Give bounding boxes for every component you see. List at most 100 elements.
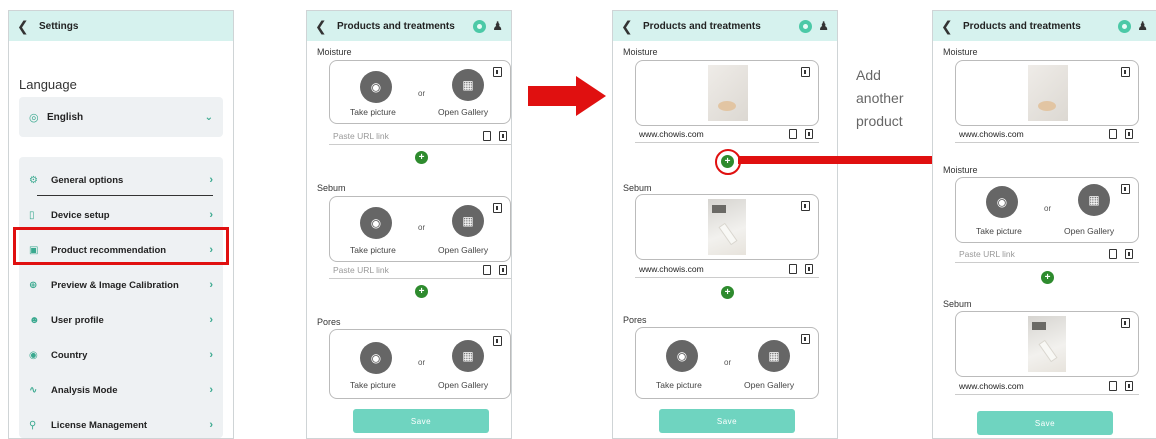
user-icon: ☻ (29, 314, 40, 326)
paste-icon[interactable] (483, 264, 491, 275)
open-gallery-label[interactable]: Open Gallery (438, 107, 488, 117)
trash-icon[interactable] (805, 128, 813, 139)
menu-item-label: Country (51, 349, 88, 361)
trash-icon[interactable] (1125, 248, 1133, 259)
save-button[interactable]: Save (353, 409, 489, 433)
trash-icon[interactable] (499, 264, 507, 275)
open-gallery-label[interactable]: Open Gallery (744, 380, 794, 390)
product-shape (712, 205, 726, 213)
products-header: ❮ Products and treatments ♟ (307, 11, 511, 41)
section-label-sebum: Sebum (943, 299, 972, 309)
trash-icon[interactable] (493, 203, 502, 213)
user-switch-icon[interactable]: ♟ (818, 19, 829, 33)
back-arrow-icon[interactable]: ❮ (621, 18, 637, 35)
language-heading: Language (19, 77, 77, 92)
paste-icon[interactable] (1109, 380, 1117, 391)
take-picture-label[interactable]: Take picture (350, 380, 396, 390)
section-label-moisture: Moisture (623, 47, 658, 57)
menu-item-label: Analysis Mode (51, 384, 118, 396)
url-input[interactable]: Paste URL link (955, 245, 1139, 263)
back-arrow-icon[interactable]: ❮ (17, 18, 33, 35)
add-product-button[interactable]: + (415, 151, 428, 164)
menu-item-label: User profile (51, 314, 104, 326)
camera-icon[interactable]: ◉ (360, 207, 392, 239)
trash-icon[interactable] (1125, 128, 1133, 139)
trash-icon[interactable] (801, 67, 810, 77)
paste-icon[interactable] (1109, 128, 1117, 139)
open-gallery-label[interactable]: Open Gallery (438, 245, 488, 255)
take-picture-label[interactable]: Take picture (656, 380, 702, 390)
trash-icon[interactable] (801, 201, 810, 211)
paste-icon[interactable] (1109, 248, 1117, 259)
gear-icon: ⚙ (29, 174, 38, 186)
add-product-button[interactable]: + (415, 285, 428, 298)
trash-icon[interactable] (1125, 380, 1133, 391)
language-value: English (47, 111, 84, 123)
paste-icon[interactable] (789, 263, 797, 274)
menu-item-user-profile[interactable]: ☻ User profile › (19, 303, 223, 337)
gallery-icon[interactable]: ▦ (452, 69, 484, 101)
back-arrow-icon[interactable]: ❮ (315, 18, 331, 35)
trash-icon[interactable] (1121, 318, 1130, 328)
language-select[interactable]: ◎ English ⌄ (19, 97, 223, 137)
take-picture-label[interactable]: Take picture (350, 245, 396, 255)
paste-icon[interactable] (483, 130, 491, 141)
menu-item-analysis-mode[interactable]: ∿ Analysis Mode › (19, 373, 223, 407)
url-input[interactable]: Paste URL link (329, 261, 511, 279)
add-product-button[interactable]: + (1041, 271, 1054, 284)
save-button[interactable]: Save (977, 411, 1113, 435)
settings-header: ❮ Settings (9, 11, 233, 41)
open-gallery-label[interactable]: Open Gallery (438, 380, 488, 390)
open-gallery-label[interactable]: Open Gallery (1064, 226, 1114, 236)
key-icon: ⚲ (29, 419, 37, 431)
user-switch-icon[interactable]: ♟ (1137, 19, 1148, 33)
user-switch-icon[interactable]: ♟ (492, 19, 503, 33)
or-label: or (1044, 204, 1052, 213)
gallery-icon[interactable]: ▦ (452, 205, 484, 237)
back-arrow-icon[interactable]: ❮ (941, 18, 957, 35)
take-picture-label[interactable]: Take picture (350, 107, 396, 117)
highlight-box (13, 227, 229, 265)
paste-icon[interactable] (789, 128, 797, 139)
cream-jar-icon (1038, 101, 1056, 111)
trash-icon[interactable] (1121, 184, 1130, 194)
trash-icon[interactable] (493, 336, 502, 346)
url-value: www.chowis.com (639, 128, 704, 139)
camera-icon[interactable]: ◉ (360, 71, 392, 103)
chevron-right-icon: › (209, 419, 213, 431)
menu-item-country[interactable]: ◉ Country › (19, 338, 223, 372)
url-value: www.chowis.com (959, 380, 1024, 391)
trash-icon[interactable] (499, 130, 507, 141)
take-picture-label[interactable]: Take picture (976, 226, 1022, 236)
menu-item-license-management[interactable]: ⚲ License Management › (19, 408, 223, 438)
url-input[interactable]: Paste URL link (329, 127, 511, 145)
trash-icon[interactable] (1121, 67, 1130, 77)
camera-icon[interactable]: ◉ (666, 340, 698, 372)
save-button[interactable]: Save (659, 409, 795, 433)
camera-icon[interactable]: ◉ (986, 186, 1018, 218)
gallery-icon[interactable]: ▦ (758, 340, 790, 372)
gallery-icon[interactable]: ▦ (452, 340, 484, 372)
face-icon[interactable] (473, 19, 487, 33)
url-input[interactable]: www.chowis.com (955, 377, 1139, 395)
url-input[interactable]: www.chowis.com (955, 125, 1139, 143)
product-image (1028, 316, 1066, 372)
url-input[interactable]: www.chowis.com (635, 125, 819, 143)
url-input[interactable]: www.chowis.com (635, 260, 819, 278)
trash-icon[interactable] (801, 334, 810, 344)
trash-icon[interactable] (493, 67, 502, 77)
add-product-button[interactable]: + (721, 286, 734, 299)
menu-item-preview-calibration[interactable]: ⊕ Preview & Image Calibration › (19, 268, 223, 302)
image-preview-card (635, 60, 819, 126)
trash-icon[interactable] (805, 263, 813, 274)
or-label: or (418, 358, 426, 367)
gallery-icon[interactable]: ▦ (1078, 184, 1110, 216)
settings-screen: ❮ Settings Language ◎ English ⌄ ⚙ Genera… (8, 10, 234, 439)
add-product-button[interactable]: + (721, 155, 734, 168)
menu-item-general-options[interactable]: ⚙ General options › (19, 163, 223, 197)
camera-icon[interactable]: ◉ (360, 342, 392, 374)
section-label-moisture: Moisture (943, 165, 978, 175)
face-icon[interactable] (1118, 19, 1132, 33)
chevron-right-icon: › (209, 279, 213, 291)
face-icon[interactable] (799, 19, 813, 33)
